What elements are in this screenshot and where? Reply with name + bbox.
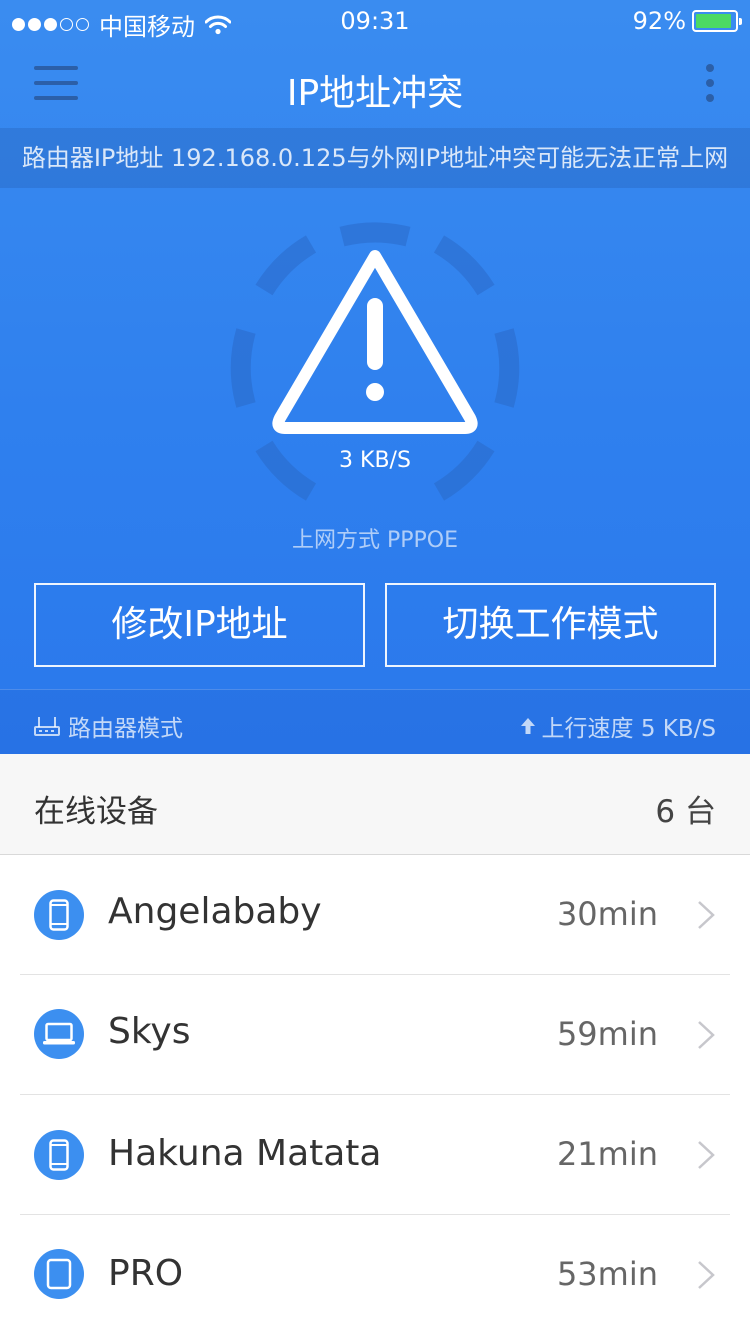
device-name: PRO (108, 1253, 184, 1294)
chevron-right-icon (698, 1021, 715, 1049)
phone-icon (34, 1130, 84, 1180)
chevron-right-icon (698, 901, 715, 929)
upload-speed: 上行速度 5 KB/S (520, 709, 716, 743)
warning-icon (272, 250, 478, 434)
more-icon (706, 64, 714, 72)
tablet-icon (34, 1249, 84, 1299)
nav-bar: IP地址冲突 (0, 40, 750, 128)
alert-banner: 路由器IP地址 192.168.0.125与外网IP地址冲突可能无法正常上网 (0, 128, 750, 188)
phone-icon (34, 890, 84, 940)
online-devices-count: 6 台 (655, 794, 716, 830)
device-online-time: 59min (556, 1015, 658, 1053)
status-right: 92% (632, 7, 742, 35)
header-panel: 中国移动 09:31 92% IP地址冲突 路由器IP地址 192.168.0.… (0, 0, 750, 754)
device-row[interactable]: PRO 53min (20, 1215, 730, 1334)
device-online-time: 30min (556, 895, 658, 933)
router-icon (34, 717, 60, 736)
current-speed: 3 KB/S (339, 448, 411, 473)
device-row[interactable]: Skys 59min (20, 975, 730, 1095)
switch-mode-button[interactable]: 切换工作模式 (385, 583, 716, 667)
laptop-icon (34, 1009, 84, 1059)
modify-ip-button[interactable]: 修改IP地址 (34, 583, 365, 667)
router-status-bar: 路由器模式 上行速度 5 KB/S (0, 689, 750, 754)
online-devices-title: 在线设备 (34, 794, 158, 830)
device-online-time: 21min (556, 1135, 658, 1173)
chevron-right-icon (698, 1141, 715, 1169)
battery-percent: 92% (632, 7, 686, 35)
upload-speed-label: 上行速度 5 KB/S (541, 716, 716, 742)
page-title: IP地址冲突 (286, 73, 464, 114)
device-name: Hakuna Matata (108, 1133, 382, 1174)
battery-level (696, 14, 731, 28)
device-row[interactable]: Angelababy 30min (20, 855, 730, 975)
battery-icon (692, 10, 742, 32)
status-bar: 中国移动 09:31 92% (0, 0, 750, 41)
device-name: Skys (108, 1011, 191, 1052)
chevron-right-icon (698, 1261, 715, 1289)
router-mode-label: 路由器模式 (68, 716, 183, 742)
device-name: Angelababy (108, 891, 322, 932)
upload-arrow-icon (520, 718, 535, 734)
device-online-time: 53min (556, 1255, 658, 1293)
speed-gauge (225, 218, 525, 518)
connection-mode: 上网方式 PPPOE (291, 528, 458, 553)
router-mode: 路由器模式 (34, 709, 183, 743)
device-row[interactable]: Hakuna Matata 21min (20, 1095, 730, 1215)
more-button[interactable] (698, 64, 722, 106)
online-devices-header: 在线设备 6 台 (0, 754, 750, 855)
